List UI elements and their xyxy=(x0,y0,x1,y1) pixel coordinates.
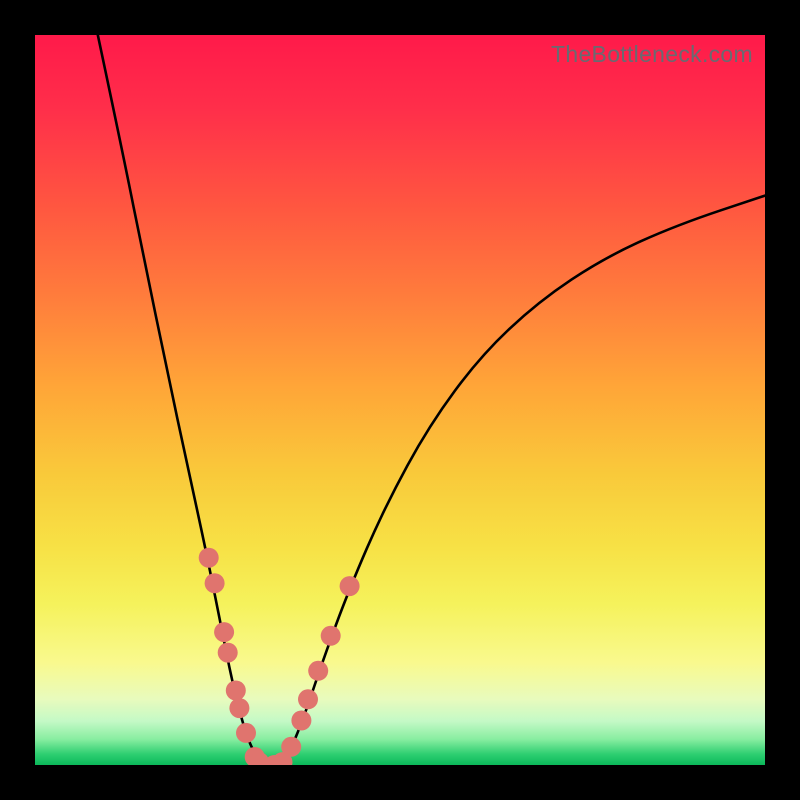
data-dot xyxy=(281,737,301,757)
data-dot xyxy=(218,643,238,663)
data-dot xyxy=(229,698,249,718)
chart-frame: TheBottleneck.com xyxy=(35,35,765,765)
data-dot xyxy=(298,689,318,709)
data-dot xyxy=(226,681,246,701)
data-dot xyxy=(291,711,311,731)
chart-svg xyxy=(35,35,765,765)
data-dot xyxy=(308,661,328,681)
data-dot xyxy=(205,573,225,593)
data-dot xyxy=(214,622,234,642)
bottleneck-curve xyxy=(98,35,765,763)
data-dot xyxy=(340,576,360,596)
data-dot xyxy=(236,723,256,743)
data-dots-group xyxy=(199,548,360,765)
data-dot xyxy=(199,548,219,568)
data-dot xyxy=(321,626,341,646)
watermark-text: TheBottleneck.com xyxy=(551,41,753,68)
